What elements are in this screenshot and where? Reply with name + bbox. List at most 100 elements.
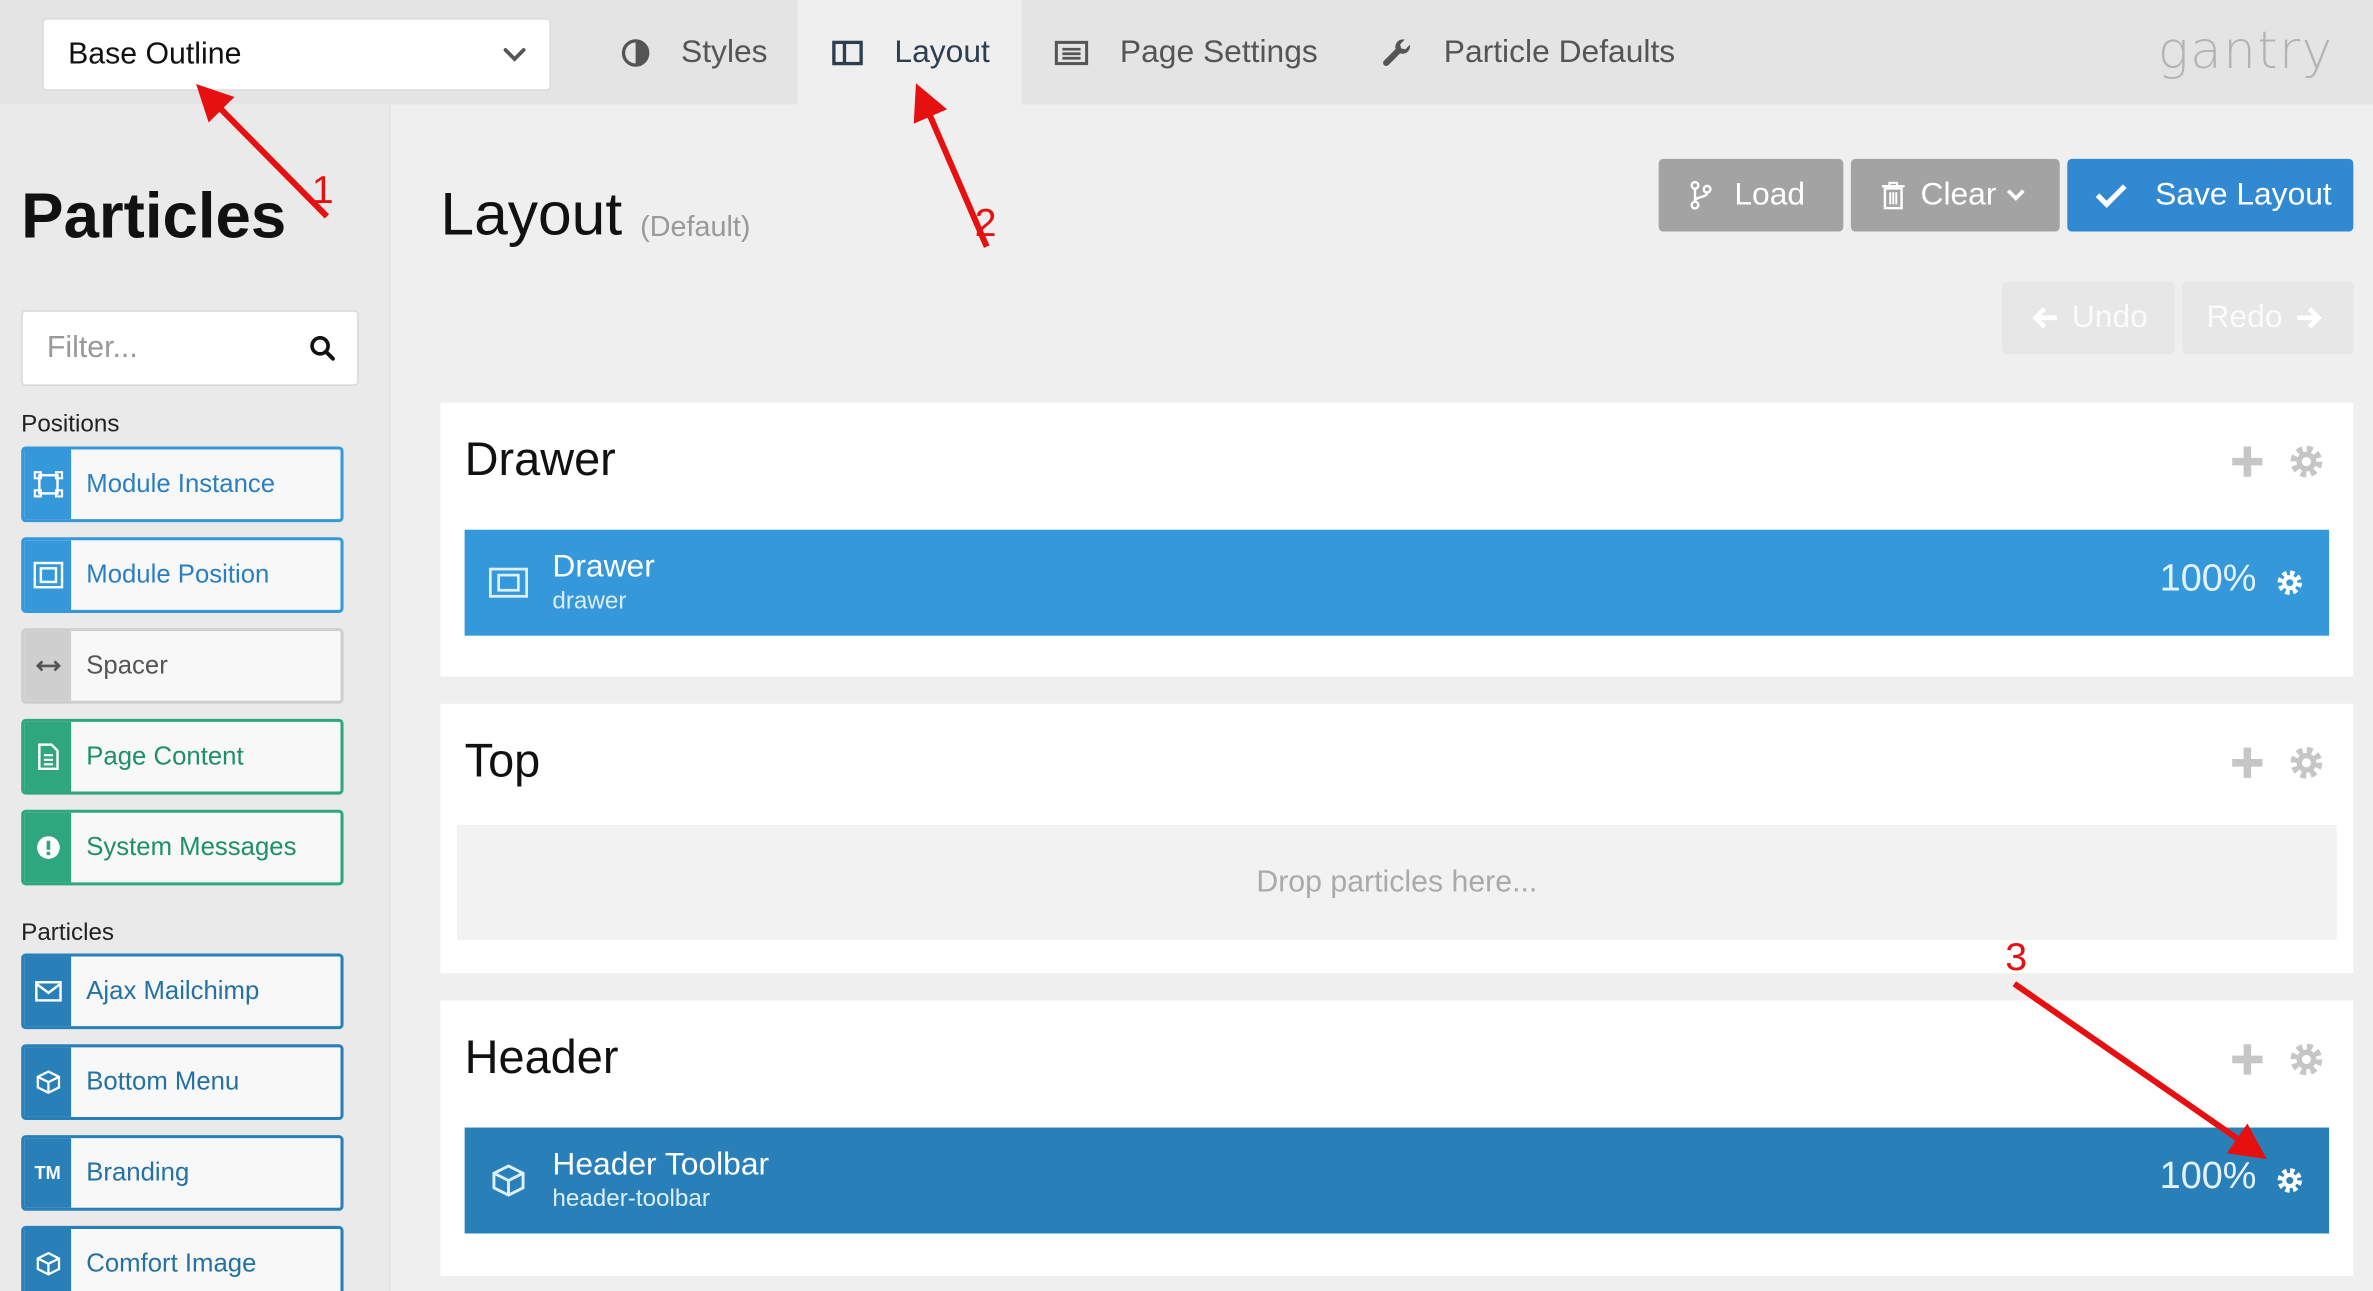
particle-label: System Messages (86, 832, 297, 862)
check-icon (2095, 184, 2127, 208)
block-drawer[interactable]: Drawer drawer 100% (464, 529, 2330, 636)
tab-label: Layout (894, 34, 990, 69)
block-size[interactable]: 100% (2160, 1155, 2257, 1199)
save-layout-button[interactable]: Save Layout (2067, 158, 2354, 232)
section-tools (2208, 1040, 2326, 1079)
redo-button-label: Redo (2206, 299, 2283, 335)
tab-layout[interactable]: Layout (797, 0, 1022, 105)
save-layout-button-label: Save Layout (2155, 177, 2332, 212)
tab-label: Page Settings (1119, 34, 1318, 69)
tab-page-settings[interactable]: Page Settings (1023, 0, 1326, 104)
module-instance-icon (24, 449, 72, 520)
trademark-icon: TM (24, 1138, 72, 1208)
brand-logo: gantry (2157, 21, 2334, 82)
page-subtitle: (Default) (640, 211, 751, 244)
particle-label: Module Instance (86, 469, 276, 498)
chevron-down-icon (2007, 189, 2025, 201)
document-icon (24, 721, 72, 792)
outline-select-value: Base Outline (68, 37, 242, 71)
particle-spacer[interactable]: Spacer (21, 628, 344, 704)
columns-icon (832, 39, 863, 65)
block-header-toolbar[interactable]: Header Toolbar header-toolbar 100% (464, 1127, 2330, 1234)
block-size[interactable]: 100% (2160, 557, 2257, 601)
block-key: drawer (552, 588, 627, 615)
redo-button[interactable]: Redo (2182, 281, 2354, 355)
gear-icon[interactable] (2287, 442, 2326, 481)
search-icon[interactable] (309, 334, 336, 361)
gear-icon[interactable] (2275, 1165, 2305, 1195)
chevron-down-icon (503, 48, 526, 62)
particles-sidebar: Particles Positions Module Instance Modu… (0, 104, 391, 1291)
cube-icon (24, 1047, 72, 1117)
trash-icon (1881, 181, 1905, 209)
clear-button[interactable]: Clear (1850, 158, 2060, 232)
wrench-icon (1383, 38, 1411, 66)
add-icon[interactable] (2229, 745, 2265, 781)
spacer-icon (24, 631, 72, 701)
filter-field[interactable] (21, 310, 359, 386)
particle-bottom-menu[interactable]: Bottom Menu (21, 1044, 344, 1120)
alert-icon (24, 812, 72, 883)
section-tools (2208, 442, 2326, 481)
section-header: Header Header Toolbar header-toolbar 100… (440, 1000, 2354, 1276)
gantry-admin-window: Base Outline Styles Layout Page Settings… (0, 0, 2373, 1291)
annotation-number-2: 2 (974, 199, 997, 246)
filter-input[interactable] (22, 311, 296, 385)
section-title: Drawer (464, 432, 616, 486)
gear-icon[interactable] (2287, 1040, 2326, 1079)
outline-select[interactable]: Base Outline (42, 18, 551, 91)
particle-label: Page Content (86, 741, 244, 771)
list-icon (1054, 40, 1089, 65)
top-navigation: Base Outline Styles Layout Page Settings… (0, 0, 2373, 105)
particle-label: Comfort Image (86, 1248, 257, 1278)
module-position-icon (465, 566, 553, 599)
envelope-icon (24, 956, 72, 1027)
undo-button-label: Undo (2071, 299, 2148, 335)
dropzone[interactable]: Drop particles here... (457, 824, 2337, 940)
section-tools (2208, 743, 2326, 782)
cube-icon (24, 1228, 72, 1291)
add-icon[interactable] (2229, 443, 2265, 479)
undo-button[interactable]: Undo (2002, 281, 2175, 355)
tab-particle-defaults[interactable]: Particle Defaults (1350, 0, 1713, 104)
particles-group-label: Particles (21, 920, 115, 946)
arrow-left-icon (2032, 307, 2057, 329)
contrast-icon (621, 38, 650, 66)
section-drawer: Drawer Drawer drawer 100% (440, 402, 2354, 677)
annotation-number-3: 3 (2005, 933, 2028, 980)
load-button-label: Load (1734, 177, 1806, 212)
particle-label: Module Position (86, 559, 270, 589)
section-title: Header (464, 1030, 619, 1084)
arrow-right-icon (2297, 307, 2322, 329)
section-title: Top (464, 734, 541, 788)
cube-icon (465, 1164, 553, 1197)
particle-module-position[interactable]: Module Position (21, 537, 344, 613)
block-name: Header Toolbar (552, 1147, 770, 1183)
branch-icon (1690, 180, 1712, 210)
particle-ajax-mailchimp[interactable]: Ajax Mailchimp (21, 953, 344, 1030)
load-button[interactable]: Load (1658, 158, 1844, 232)
tab-label: Particle Defaults (1443, 34, 1676, 69)
positions-group-label: Positions (21, 411, 120, 438)
module-position-icon (24, 540, 72, 610)
add-icon[interactable] (2229, 1041, 2265, 1077)
particle-comfort-image[interactable]: Comfort Image (21, 1225, 344, 1291)
particle-page-content[interactable]: Page Content (21, 718, 344, 795)
block-key: header-toolbar (552, 1186, 710, 1213)
tab-styles[interactable]: Styles (593, 0, 796, 104)
tab-label: Styles (681, 34, 768, 69)
particle-label: Spacer (86, 650, 168, 680)
block-name: Drawer (552, 549, 655, 585)
particle-branding[interactable]: TM Branding (21, 1135, 344, 1211)
particle-label: Ajax Mailchimp (86, 976, 260, 1005)
annotation-number-1: 1 (311, 166, 334, 212)
gear-icon[interactable] (2275, 568, 2305, 598)
clear-button-label: Clear (1920, 177, 1997, 212)
gear-icon[interactable] (2287, 743, 2326, 782)
particle-label: Bottom Menu (86, 1067, 240, 1096)
particle-label: Branding (86, 1157, 190, 1187)
page-title: Layout (440, 181, 623, 249)
particle-system-messages[interactable]: System Messages (21, 809, 344, 886)
section-top: Top Drop particles here... (440, 703, 2354, 974)
particle-module-instance[interactable]: Module Instance (21, 446, 344, 523)
